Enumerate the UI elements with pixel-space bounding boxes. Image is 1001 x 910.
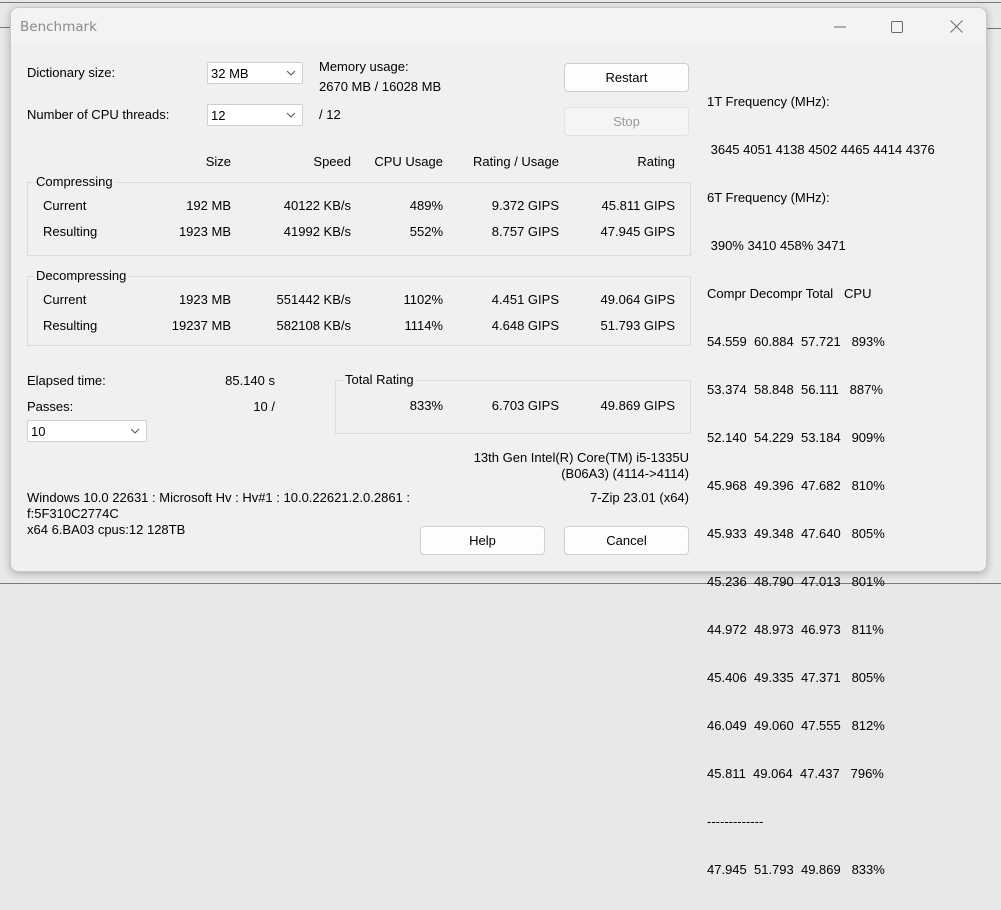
background-window-edge	[0, 27, 10, 28]
size-value: 1923 MB	[178, 224, 231, 239]
log-header: Compr Decompr Total CPU	[707, 286, 872, 301]
close-button[interactable]	[933, 8, 979, 45]
speed-value: 40122 KB/s	[283, 198, 351, 213]
cpu-usage-value: 552%	[409, 224, 443, 239]
rating-value: 45.811 GIPS	[601, 198, 675, 213]
cpu-usage-value: 1102%	[403, 292, 443, 307]
freq-1t-label: 1T Frequency (MHz):	[707, 94, 830, 109]
chevron-down-icon	[130, 428, 140, 434]
dictionary-size-value: 32 MB	[211, 65, 249, 81]
cpu-usage-value: 489%	[409, 198, 443, 213]
system-info-line2: f:5F310C2774C	[27, 506, 119, 521]
close-icon	[949, 20, 963, 33]
column-header-rating: Rating	[637, 154, 675, 169]
title-bar[interactable]: Benchmark	[11, 8, 986, 45]
freq-6t-values: 390% 3410 458% 3471	[707, 238, 846, 253]
speed-value: 582108 KB/s	[276, 318, 351, 333]
stop-button[interactable]: Stop	[564, 107, 689, 136]
freq-1t-values: 3645 4051 4138 4502 4465 4414 4376	[707, 142, 935, 157]
freq-6t-label: 6T Frequency (MHz):	[707, 190, 830, 205]
decompressing-group	[27, 276, 691, 346]
memory-usage-label: Memory usage:	[319, 59, 409, 74]
log-row: 45.406 49.335 47.371 805%	[707, 670, 885, 685]
cpu-model: 13th Gen Intel(R) Core(TM) i5-1335U	[473, 450, 689, 465]
chevron-down-icon	[286, 112, 296, 118]
total-rating-label: Total Rating	[343, 372, 416, 387]
log-row: 53.374 58.848 56.111 887%	[707, 382, 883, 397]
cpu-threads-select[interactable]: 12	[207, 104, 303, 126]
elapsed-time-label: Elapsed time:	[27, 373, 106, 388]
system-info-line1: Windows 10.0 22631 : Microsoft Hv : Hv#1…	[27, 490, 410, 505]
decompressing-group-label: Decompressing	[34, 268, 129, 283]
maximize-button[interactable]	[874, 8, 920, 45]
passes-label: Passes:	[27, 399, 74, 414]
column-header-rating-usage: Rating / Usage	[473, 154, 559, 169]
system-info-line3: x64 6.BA03 cpus:12 128TB	[27, 522, 186, 537]
rating-value: 47.945 GIPS	[600, 224, 675, 239]
rating-usage-value: 4.648 GIPS	[491, 318, 559, 333]
maximize-icon	[891, 20, 903, 33]
elapsed-time-value: 85.140 s	[225, 373, 275, 388]
restart-button[interactable]: Restart	[564, 63, 689, 92]
rating-usage-value: 4.451 GIPS	[491, 292, 559, 307]
speed-value: 551442 KB/s	[276, 292, 351, 307]
log-total: 47.945 51.793 49.869 833%	[707, 862, 885, 877]
row-label: Current	[43, 292, 87, 307]
column-header-cpu-usage: CPU Usage	[374, 154, 443, 169]
window-title: Benchmark	[20, 19, 97, 35]
dictionary-size-select[interactable]: 32 MB	[207, 62, 303, 84]
passes-value: 10 /	[253, 399, 275, 414]
rating-usage-value: 8.757 GIPS	[491, 224, 559, 239]
compressing-group	[27, 182, 691, 256]
benchmark-dialog: Benchmark Dictionary size: 32 MB Memory …	[10, 7, 987, 877]
rating-value: 49.064 GIPS	[600, 292, 675, 307]
cpu-id: (B06A3) (4114->4114)	[561, 466, 689, 481]
background-window-edge	[987, 28, 1001, 29]
size-value: 192 MB	[186, 198, 231, 213]
log-row: 45.811 49.064 47.437 796%	[707, 766, 884, 781]
background-window-edge	[0, 2, 1001, 3]
rating-usage-value: 9.372 GIPS	[491, 198, 559, 213]
benchmark-log: 1T Frequency (MHz): 3645 4051 4138 4502 …	[707, 62, 935, 910]
log-row: 45.236 48.790 47.013 801%	[707, 574, 885, 589]
chevron-down-icon	[286, 70, 296, 76]
cpu-threads-label: Number of CPU threads:	[27, 107, 170, 122]
rating-value: 51.793 GIPS	[600, 318, 675, 333]
help-button[interactable]: Help	[420, 526, 545, 555]
log-row: 45.968 49.396 47.682 810%	[707, 478, 885, 493]
log-separator: -------------	[707, 814, 764, 829]
column-header-size: Size	[205, 154, 231, 169]
app-version: 7-Zip 23.01 (x64)	[590, 490, 689, 505]
cpu-usage-value: 1114%	[404, 318, 443, 333]
passes-select-value: 10	[31, 423, 46, 439]
log-row: 45.933 49.348 47.640 805%	[707, 526, 885, 541]
total-rating-usage: 6.703 GIPS	[491, 398, 559, 413]
log-row: 52.140 54.229 53.184 909%	[707, 430, 885, 445]
cancel-button[interactable]: Cancel	[564, 526, 689, 555]
log-row: 54.559 60.884 57.721 893%	[707, 334, 885, 349]
column-header-speed: Speed	[313, 154, 351, 169]
total-cpu-usage: 833%	[409, 398, 443, 413]
row-label: Resulting	[43, 318, 98, 333]
log-row: 44.972 48.973 46.973 811%	[707, 622, 884, 637]
size-value: 1923 MB	[178, 292, 231, 307]
total-rating-value: 49.869 GIPS	[600, 398, 675, 413]
speed-value: 41992 KB/s	[283, 224, 351, 239]
row-label: Resulting	[43, 224, 98, 239]
cpu-threads-value: 12	[211, 107, 226, 123]
cpu-threads-max: / 12	[319, 107, 341, 122]
compressing-group-label: Compressing	[34, 174, 115, 189]
minimize-button[interactable]	[817, 8, 863, 45]
log-row: 46.049 49.060 47.555 812%	[707, 718, 885, 733]
row-label: Current	[43, 198, 87, 213]
size-value: 19237 MB	[171, 318, 231, 333]
dictionary-size-label: Dictionary size:	[27, 65, 116, 80]
memory-usage-value: 2670 MB / 16028 MB	[319, 79, 442, 94]
minimize-icon	[834, 26, 846, 27]
passes-select[interactable]: 10	[27, 420, 147, 442]
